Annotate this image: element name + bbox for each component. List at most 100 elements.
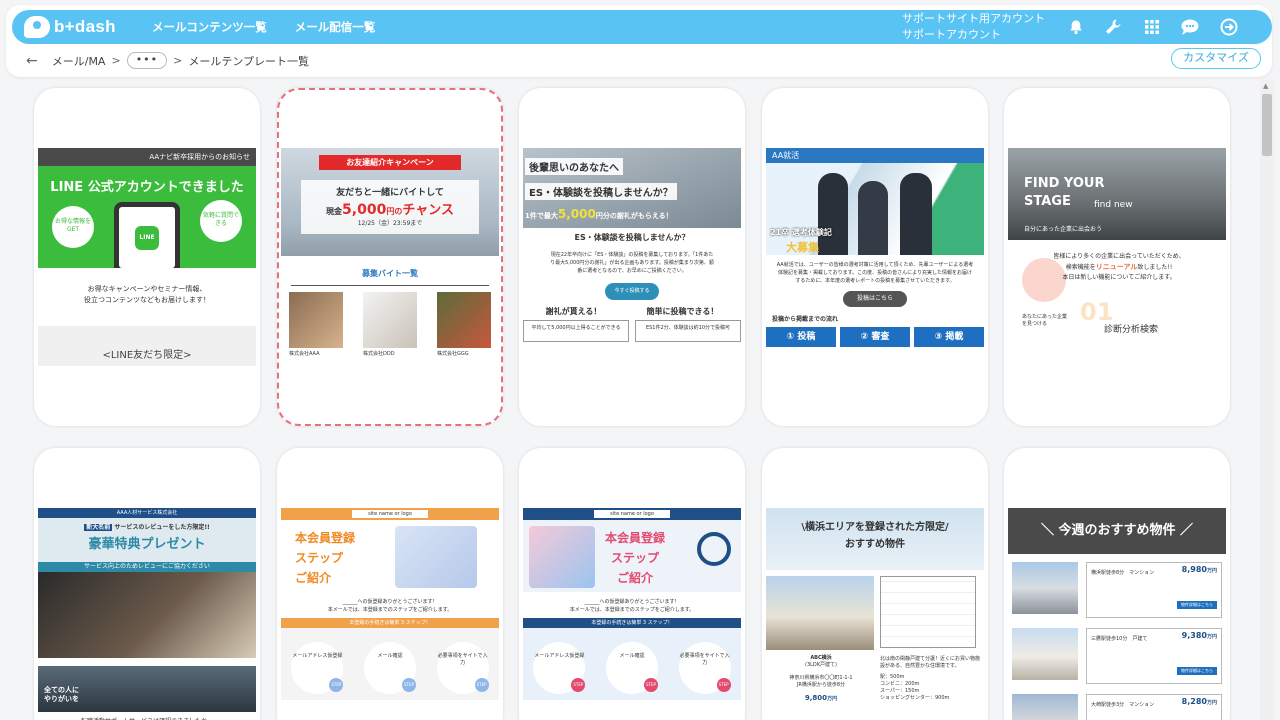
- nav-mail-contents[interactable]: メールコンテンツ一覧: [152, 19, 267, 35]
- thumb-property-left: ABC横浜 (3LDK戸建て) 神奈川県横浜市〇〇町1-1-1 JR横浜駅から徒…: [766, 576, 876, 702]
- thumb-text: 万円: [827, 696, 838, 702]
- thumb-text: コンビニ：200m: [880, 681, 920, 687]
- thumb-text: ご紹介: [617, 571, 654, 585]
- template-thumbnail: \横浜エリアを登録された方限定/ おすすめ物件 ABC横浜 (3LDK戸建て) …: [766, 508, 984, 720]
- thumb-text: ステップ: [295, 551, 344, 565]
- template-card-member-steps-orange[interactable]: site name or logo 本会員登録 ステップ ご紹介 ______へ…: [277, 448, 503, 720]
- thumb-text: 後輩思いのあなたへ: [525, 158, 623, 175]
- thumb-hero: 21卒 選考体験記 大募集: [766, 163, 984, 255]
- template-thumbnail: AAA人材サービス株式会社 新大名前 サービスのレビューをした方限定!! 豪華特…: [38, 508, 256, 720]
- thumb-step: 必要事項をサイトで入力 STEP: [436, 642, 489, 694]
- account-site-name: サポートサイト用アカウント: [902, 12, 1045, 25]
- thumb-subtitle: ES・体験談を投稿しませんか？: [574, 233, 690, 242]
- template-card-yokohama-property[interactable]: \横浜エリアを登録された方限定/ おすすめ物件 ABC横浜 (3LDK戸建て) …: [762, 448, 988, 720]
- thumb-text: 駅：500m: [880, 674, 905, 680]
- top-navigation-bar: b+dash メールコンテンツ一覧 メール配信一覧 サポートサイト用アカウント …: [12, 10, 1272, 44]
- thumb-header: ＼ 今週のおすすめ物件 ／: [1008, 508, 1226, 554]
- thumb-text: JR横浜駅から徒歩8分: [796, 682, 846, 688]
- thumb-hero: お友達紹介キャンペーン 友だちと一緒にバイトして 現金5,000円のチャンス 1…: [281, 148, 499, 256]
- template-card-member-steps-blue[interactable]: site name or logo 本会員登録 ステップ ご紹介 ______へ…: [519, 448, 745, 720]
- bell-icon[interactable]: [1065, 17, 1087, 37]
- thumb-header: AAナビ新卒採用からのお知らせ: [38, 148, 256, 166]
- thumb-text: 全ての人に: [44, 686, 79, 694]
- scrollbar-thumb[interactable]: [1262, 94, 1272, 156]
- thumb-text: 大募集: [786, 241, 819, 254]
- thumb-body: ______への仮登録ありがとうございます！ 本メールでは、本登録までのステップ…: [523, 592, 741, 614]
- template-thumbnail: site name or logo 本会員登録 ステップ ご紹介 ______へ…: [281, 508, 499, 720]
- template-card-review-gift[interactable]: AAA人材サービス株式会社 新大名前 サービスのレビューをした方限定!! 豪華特…: [34, 448, 260, 720]
- thumb-body: 現在22年卒向けに「ES・体験談」の投稿を募集しております。「1件あたり最大5,…: [550, 252, 714, 274]
- property-photo: [1012, 694, 1078, 720]
- thumb-section-title: 募集バイト一覧: [362, 269, 418, 278]
- thumb-header: AAA人材サービス株式会社: [38, 508, 256, 518]
- breadcrumb-more-button[interactable]: •••: [126, 52, 168, 69]
- thumb-text: メール確認: [619, 653, 645, 659]
- thumb-box: 平均して5,000円以上得ることができる: [523, 320, 629, 342]
- thumb-hero: FIND YOUR STAGE find new 自分にあった企業に出会おう: [1008, 148, 1226, 240]
- thumb-steps: メールアドレス仮登録 STEP メール確認 STEP 必要事項をサイトで入力 STEP: [281, 628, 499, 700]
- template-card-weekly-properties[interactable]: ＼ 今週のおすすめ物件 ／ 横浜駅徒歩8分 マンション 8,980万円 物件詳細…: [1004, 448, 1230, 720]
- logout-icon[interactable]: [1218, 17, 1240, 37]
- template-card-es-post[interactable]: 後輩思いのあなたへ ES・体験談を投稿しませんか？ 1件で最大5,000円分の謝…: [519, 88, 745, 426]
- account-info[interactable]: サポートサイト用アカウント サポートアカウント: [902, 11, 1045, 43]
- thumb-text: 5,000: [342, 202, 387, 218]
- customize-button[interactable]: カスタマイズ: [1171, 48, 1261, 69]
- thumb-text: 1件で最大: [525, 212, 558, 220]
- thumb-text: 1件で最大5,000円分の謝礼がもらえる！: [525, 207, 673, 221]
- thumb-photo: [38, 572, 256, 658]
- thumb-footer: <LINE友だち限定>: [38, 326, 256, 366]
- thumb-band: 本登録の手続きは簡単 3 ステップ！: [523, 618, 741, 628]
- grid-icon[interactable]: [1141, 17, 1163, 37]
- nav-mail-delivery[interactable]: メール配信一覧: [295, 19, 376, 35]
- template-card-line[interactable]: AAナビ新卒採用からのお知らせ LINE 公式アカウントできました お得な情報を…: [34, 88, 260, 426]
- thumb-logo: site name or logo: [352, 510, 428, 518]
- back-arrow-icon[interactable]: ←: [26, 53, 38, 69]
- thumb-text: 5,000: [557, 207, 596, 221]
- step-badge: STEP: [329, 678, 344, 692]
- breadcrumb-separator: >: [111, 54, 121, 67]
- thumb-text: 自分にあった企業に出会おう: [1024, 226, 1103, 233]
- thumb-step: メールアドレス仮登録 STEP: [533, 642, 586, 694]
- template-card-find-your-stage[interactable]: FIND YOUR STAGE find new 自分にあった企業に出会おう 皆…: [1004, 88, 1230, 426]
- thumb-text: STAGE: [1024, 194, 1071, 209]
- logo-text: b+dash: [54, 17, 116, 36]
- step-badge: STEP: [643, 678, 658, 692]
- wrench-icon[interactable]: [1102, 17, 1124, 37]
- thumb-price: 9,800: [804, 694, 828, 702]
- thumb-text: リニューアル: [1095, 263, 1138, 271]
- thumb-hero: 後輩思いのあなたへ ES・体験談を投稿しませんか？ 1件で最大5,000円分の謝…: [523, 148, 741, 228]
- thumb-property-list: 横浜駅徒歩8分 マンション 8,980万円 物件詳細はこちら 三鷹駅徒歩10分 …: [1008, 554, 1226, 720]
- thumb-near-list: 駅：500m コンビニ：200m スーパー：150m ショッピングセンター：90…: [880, 674, 984, 702]
- app-logo[interactable]: b+dash: [24, 16, 124, 38]
- thumb-title: 本会員登録 ステップ ご紹介: [295, 528, 355, 588]
- phone-icon: LINE: [114, 202, 180, 268]
- shop-photo: [437, 292, 491, 348]
- thumb-text: 北は南の閑静戸建て分譲！近くにお買い物施設がある、自然豊かな住環境です。: [880, 656, 981, 669]
- template-thumbnail: 後輩思いのあなたへ ES・体験談を投稿しませんか？ 1件で最大5,000円分の謝…: [523, 148, 741, 366]
- template-card-aa-shukatsu[interactable]: AA就活 21卒 選考体験記 大募集 AA就活では、ユーザーの皆様の選考対策に活…: [762, 88, 988, 426]
- illustration-icon: [395, 526, 477, 588]
- chat-icon[interactable]: [1179, 17, 1201, 37]
- thumb-text: メールアドレス仮登録: [292, 653, 343, 659]
- thumb-text: 本会員登録: [295, 531, 356, 545]
- scroll-up-arrow-icon[interactable]: ▲: [1263, 82, 1268, 90]
- thumb-body-line: お得なキャンペーンやセミナー情報、: [87, 285, 207, 293]
- thumb-text: ______への仮登録ありがとうございます！: [584, 599, 680, 605]
- property-info: 大崎駅徒歩3分 マンション 8,280万円: [1086, 694, 1222, 720]
- thumb-header: site name or logo: [281, 508, 499, 520]
- thumb-text: 大崎駅徒歩3分 マンション: [1091, 702, 1155, 708]
- thumb-text: \横浜エリアを登録された方限定/: [801, 522, 949, 533]
- thumb-offer-line: 友だちと一緒にバイトして: [336, 188, 444, 198]
- thumb-cta-button: 投稿はこちら: [843, 291, 907, 307]
- step-badge: STEP: [571, 678, 586, 692]
- thumb-text: 円の: [386, 207, 403, 216]
- account-user-name: サポートアカウント: [902, 28, 1001, 41]
- thumb-bubble: お得な情報をGET: [52, 206, 94, 248]
- scrollbar-track[interactable]: [1260, 80, 1274, 720]
- thumb-text: ショッピングセンター：900m: [880, 695, 950, 701]
- template-card-friend-campaign[interactable]: お友達紹介キャンペーン 友だちと一緒にバイトして 現金5,000円のチャンス 1…: [277, 88, 503, 426]
- thumb-detail-button: 物件詳細はこちら: [1177, 667, 1217, 675]
- breadcrumb-mail-ma[interactable]: メール/MA: [52, 53, 106, 69]
- property-info: 三鷹駅徒歩10分 戸建て 9,380万円 物件詳細はこちら: [1086, 628, 1222, 684]
- thumb-text: 審査: [871, 332, 890, 342]
